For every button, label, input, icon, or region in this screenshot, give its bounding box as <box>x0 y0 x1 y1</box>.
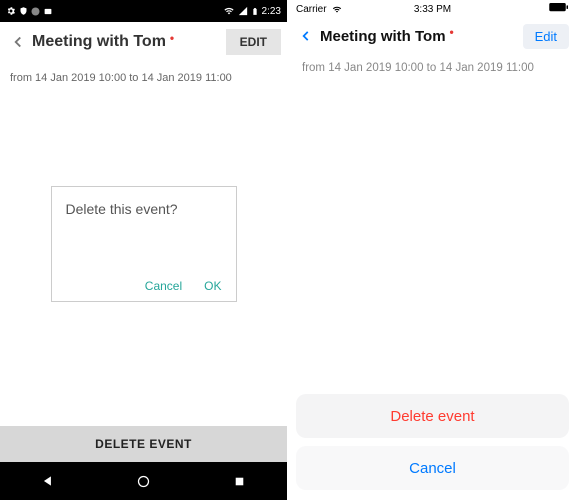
ios-header: Meeting with Tom • Edit <box>288 18 577 54</box>
circle-icon <box>31 7 40 16</box>
event-dates: from 14 Jan 2019 10:00 to 14 Jan 2019 11… <box>10 72 277 84</box>
event-dates: from 14 Jan 2019 10:00 to 14 Jan 2019 11… <box>302 62 563 74</box>
back-button[interactable] <box>296 26 316 46</box>
battery-icon <box>251 6 259 17</box>
circle-outline-icon <box>136 474 151 489</box>
dialog-ok-button[interactable]: OK <box>204 279 221 293</box>
ios-status-time: 3:33 PM <box>414 4 451 15</box>
android-status-right: 2:23 <box>223 6 281 17</box>
edit-button[interactable]: Edit <box>523 24 569 49</box>
nav-back-button[interactable] <box>41 474 55 488</box>
android-body: from 14 Jan 2019 10:00 to 14 Jan 2019 11… <box>0 62 287 426</box>
android-screen: 2:23 Meeting with Tom • EDIT from 14 Jan… <box>0 0 288 500</box>
ios-status-bar: Carrier 3:33 PM <box>288 0 577 18</box>
ios-status-left: Carrier <box>296 4 343 15</box>
ios-status-right <box>549 3 569 15</box>
android-nav-bar <box>0 462 287 500</box>
title-text: Meeting with Tom <box>32 33 166 51</box>
delete-event-button[interactable]: DELETE EVENT <box>0 426 287 462</box>
android-status-left <box>6 6 53 16</box>
confirm-dialog: Delete this event? Cancel OK <box>51 186 237 302</box>
action-sheet: Delete event Cancel <box>288 386 577 500</box>
dialog-actions: Cancel OK <box>66 279 222 293</box>
dialog-message: Delete this event? <box>66 201 222 217</box>
chevron-left-icon <box>9 33 27 51</box>
carrier-label: Carrier <box>296 4 327 15</box>
android-status-time: 2:23 <box>262 6 281 17</box>
dot-icon: • <box>170 31 174 45</box>
android-status-bar: 2:23 <box>0 0 287 22</box>
card-icon <box>43 7 53 16</box>
page-title: Meeting with Tom • <box>320 28 454 45</box>
signal-icon <box>238 6 248 16</box>
nav-recent-button[interactable] <box>233 475 246 488</box>
back-button[interactable] <box>6 30 30 54</box>
battery-icon <box>549 3 569 12</box>
page-title: Meeting with Tom • <box>32 33 174 51</box>
shield-icon <box>19 6 28 16</box>
square-icon <box>233 475 246 488</box>
android-header: Meeting with Tom • EDIT <box>0 22 287 62</box>
dot-icon: • <box>450 25 454 39</box>
dialog-cancel-button[interactable]: Cancel <box>145 279 182 293</box>
gear-icon <box>6 6 16 16</box>
delete-event-button[interactable]: Delete event <box>296 394 569 438</box>
title-text: Meeting with Tom <box>320 28 446 45</box>
chevron-left-icon <box>299 27 313 45</box>
wifi-icon <box>331 5 343 14</box>
ios-screen: Carrier 3:33 PM Meeting with Tom • Edit … <box>288 0 577 500</box>
nav-home-button[interactable] <box>136 474 151 489</box>
edit-button[interactable]: EDIT <box>226 29 281 55</box>
cancel-button[interactable]: Cancel <box>296 446 569 490</box>
triangle-left-icon <box>41 474 55 488</box>
wifi-icon <box>223 6 235 16</box>
